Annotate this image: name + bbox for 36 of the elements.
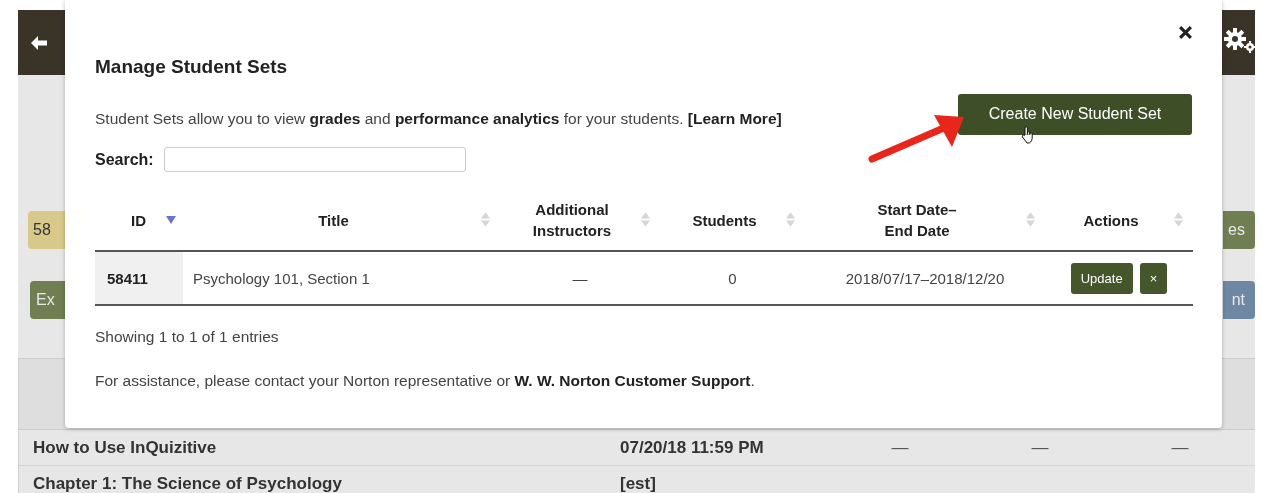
table-cell-text: — [1030,437,1050,458]
table-cell-text: 0 [727,268,738,289]
table-cell-text: How to Use InQuizitive [32,437,218,458]
table-cell-text: — [571,268,589,289]
sort-icon[interactable] [166,216,176,224]
support-text: For assistance, please contact your Norton representative or W. W. Norton Customer Support. [95,372,756,390]
table-cell-text: 2018/07/17–2018/12/20 [844,268,1006,289]
button[interactable]: Ex [30,281,65,319]
column-header[interactable]: Start Date–End Date [871,199,963,241]
delete-button[interactable]: × [1139,262,1168,294]
column-header[interactable]: Students [692,209,757,231]
table-cell-text: 07/20/18 11:59 PM [619,437,765,458]
search-field[interactable] [163,147,466,172]
update-button[interactable]: Update [1070,262,1133,294]
entries-info-text: Showing 1 to 1 of 1 entries [95,328,280,346]
table-cell-text: — [1170,437,1190,458]
back-arrow-icon[interactable] [30,34,48,51]
close-icon[interactable] [1178,25,1194,41]
description-text: Student Sets allow you to view grades and performance analytics for your students. [Learn More] [95,110,782,128]
dialog-title: Manage Student Sets [95,55,289,79]
table-cell-text: [est] [619,473,657,493]
table-cell: 58411 [95,252,183,304]
column-header[interactable]: Actions [1083,209,1139,231]
button[interactable]: es [1223,211,1255,249]
settings-icon[interactable] [1223,26,1257,53]
column-header[interactable]: ID [131,209,146,231]
search-label: Search: [95,150,154,169]
hand-cursor-icon [1021,126,1035,144]
table-cell-text: Psychology 101, Section 1 [192,268,371,289]
table-cell-text: Chapter 1: The Science of Psychology [32,473,343,493]
column-header[interactable]: Title [318,209,349,231]
table-cell-text: — [890,437,910,458]
learn-more-link[interactable]: [Learn More] [687,110,782,127]
column-header[interactable]: Additional Instructors [508,199,636,241]
create-student-set-button[interactable]: Create New Student Set [958,93,1192,135]
badge: 58 [28,211,65,249]
